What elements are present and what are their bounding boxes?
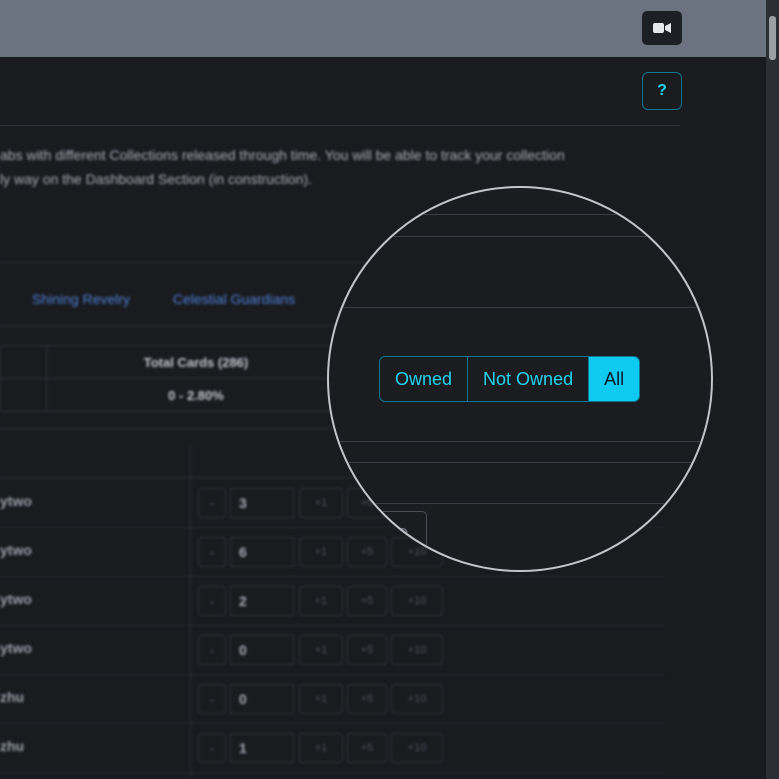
intro-text: abs with different Collections released …	[0, 143, 660, 191]
add-1-button[interactable]: +1	[299, 733, 343, 763]
count-field[interactable]: 3	[230, 488, 294, 518]
add-10-button[interactable]: +10	[391, 586, 443, 616]
table-row: zhu - 0 +1 +5 +10	[0, 674, 665, 724]
decrement-button[interactable]: -	[198, 635, 226, 665]
decrement-button[interactable]: -	[198, 733, 226, 763]
card-name: ytwo	[0, 493, 32, 509]
count-field[interactable]: 0	[230, 684, 294, 714]
camera-button[interactable]	[642, 11, 682, 45]
card-name: zhu	[0, 689, 25, 705]
stats-header: Total Cards (286)	[46, 345, 346, 379]
filter-not-owned-button[interactable]: Not Owned	[468, 357, 590, 401]
help-icon: ?	[657, 82, 667, 99]
decrement-button[interactable]: -	[198, 586, 226, 616]
stats-table: Total Cards (286) 0 - 2.80%	[0, 345, 346, 412]
count-field[interactable]: 2	[230, 586, 294, 616]
card-name: ytwo	[0, 542, 32, 558]
help-button[interactable]: ?	[642, 72, 682, 110]
tab-celestial-guardians[interactable]: Celestial Guardians	[173, 291, 295, 307]
decrement-button[interactable]: -	[198, 537, 226, 567]
header-divider	[0, 125, 680, 126]
add-5-button[interactable]: +5	[347, 586, 387, 616]
add-5-button[interactable]: +5	[347, 684, 387, 714]
add-1-button[interactable]: +1	[299, 635, 343, 665]
scrollbar-thumb[interactable]	[769, 16, 776, 60]
count-field[interactable]: 0	[230, 635, 294, 665]
stats-value: 0 - 2.80%	[46, 378, 346, 412]
table-row: ytwo - 0 +1 +5 +10	[0, 625, 665, 675]
lens-divider	[329, 236, 711, 237]
add-1-button[interactable]: +1	[299, 586, 343, 616]
card-name: ytwo	[0, 640, 32, 656]
add-10-button[interactable]: +10	[391, 635, 443, 665]
decrement-button[interactable]: -	[198, 684, 226, 714]
tab-shining-revelry[interactable]: Shining Revelry	[32, 291, 130, 307]
lens-divider	[329, 503, 711, 504]
lens-divider	[329, 462, 711, 463]
top-bar	[0, 0, 766, 57]
filter-owned-button[interactable]: Owned	[380, 357, 469, 401]
lens-divider	[329, 214, 711, 215]
add-5-button[interactable]: +5	[347, 733, 387, 763]
table-row: zhu - 1 +1 +5 +10	[0, 723, 665, 773]
card-name: zhu	[0, 738, 25, 754]
intro-line-2: ly way on the Dashboard Section (in cons…	[0, 171, 313, 187]
lens-tab-fragment[interactable]: A	[339, 274, 352, 295]
card-name: ytwo	[0, 591, 32, 607]
intro-line-1: abs with different Collections released …	[0, 147, 565, 163]
ownership-filter-group: Owned Not Owned All	[379, 356, 641, 402]
lens-divider	[329, 441, 711, 442]
camera-icon	[653, 23, 671, 33]
lens-divider	[329, 307, 711, 308]
add-10-button[interactable]: +10	[391, 733, 443, 763]
filter-all-button[interactable]: All	[589, 357, 640, 401]
add-5-button[interactable]: +5	[347, 635, 387, 665]
lens-partial-button[interactable]: Q	[373, 511, 427, 567]
magnifier-lens: A Owned Not Owned All Q	[327, 186, 713, 572]
count-field[interactable]: 6	[230, 537, 294, 567]
count-field[interactable]: 1	[230, 733, 294, 763]
add-1-button[interactable]: +1	[299, 537, 343, 567]
add-1-button[interactable]: +1	[299, 684, 343, 714]
table-row: ytwo - 2 +1 +5 +10	[0, 576, 665, 626]
page-scrollbar[interactable]	[766, 0, 779, 779]
stats-blank-cell	[0, 378, 47, 412]
stats-blank-cell	[0, 345, 47, 379]
add-10-button[interactable]: +10	[391, 684, 443, 714]
decrement-button[interactable]: -	[198, 488, 226, 518]
